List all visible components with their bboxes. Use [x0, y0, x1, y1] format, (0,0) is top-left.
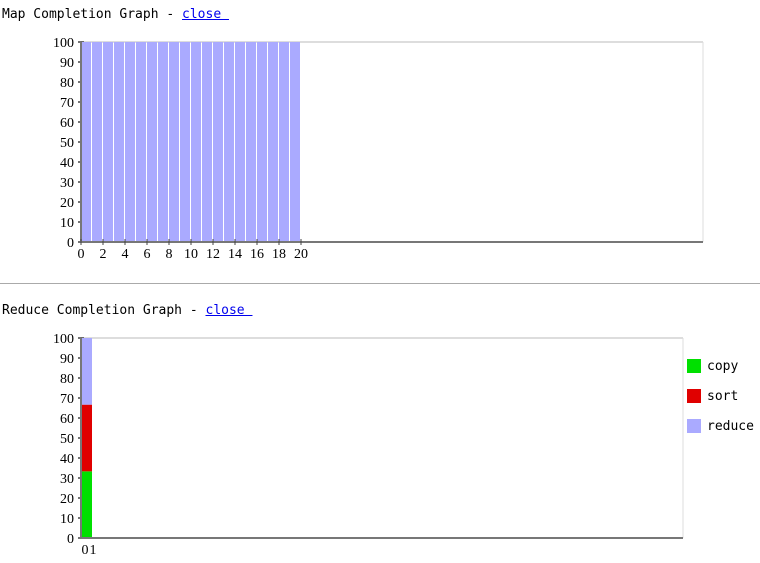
- map-y-tick-label: 10: [60, 216, 74, 231]
- map-x-tick-label: 2: [100, 247, 107, 262]
- legend-swatch-copy: [687, 359, 701, 373]
- legend-label-reduce: reduce: [707, 419, 754, 434]
- legend-label-sort: sort: [707, 389, 738, 404]
- map-bar: [224, 42, 234, 242]
- map-bar: [290, 42, 300, 242]
- map-y-tick-label: 100: [53, 36, 74, 51]
- map-x-tick-label: 10: [184, 247, 198, 262]
- map-x-tick-label: 20: [294, 247, 308, 262]
- map-bar: [202, 42, 212, 242]
- map-x-tick-label: 18: [272, 247, 286, 262]
- map-x-tick-label: 14: [228, 247, 242, 262]
- reduce-x-tick-label: 1: [90, 543, 97, 558]
- map-y-tick-label: 90: [60, 56, 74, 71]
- reduce-y-tick-label: 80: [60, 372, 74, 387]
- map-x-tick-label: 0: [78, 247, 85, 262]
- map-bar: [191, 42, 201, 242]
- reduce-y-tick-label: 30: [60, 472, 74, 487]
- reduce-y-tick-label: 0: [67, 532, 74, 547]
- reduce-y-tick-label: 70: [60, 392, 74, 407]
- reduce-y-tick-label: 100: [53, 332, 74, 347]
- reduce-y-tick-label: 90: [60, 352, 74, 367]
- map-bar: [213, 42, 223, 242]
- map-y-tick-label: 40: [60, 156, 74, 171]
- reduce-y-tick-label: 20: [60, 492, 74, 507]
- legend-swatch-reduce: [687, 419, 701, 433]
- map-y-tick-label: 80: [60, 76, 74, 91]
- reduce-bar-reduce: [81, 338, 92, 405]
- legend-label-copy: copy: [707, 359, 738, 374]
- map-bar: [136, 42, 146, 242]
- map-bar: [246, 42, 256, 242]
- map-bar: [235, 42, 245, 242]
- map-x-tick-label: 16: [250, 247, 264, 262]
- legend-swatch-sort: [687, 389, 701, 403]
- reduce-y-tick-label: 60: [60, 412, 74, 427]
- map-x-tick-label: 6: [144, 247, 151, 262]
- map-y-tick-label: 30: [60, 176, 74, 191]
- map-bar: [81, 42, 91, 242]
- map-y-tick-label: 0: [67, 236, 74, 251]
- map-bar: [125, 42, 135, 242]
- map-x-tick-label: 4: [122, 247, 129, 262]
- map-y-tick-label: 50: [60, 136, 74, 151]
- map-bar: [279, 42, 289, 242]
- map-bar: [103, 42, 113, 242]
- reduce-bar-copy: [81, 471, 92, 538]
- map-y-tick-label: 60: [60, 116, 74, 131]
- map-bar: [268, 42, 278, 242]
- map-bar: [257, 42, 267, 242]
- map-bar: [158, 42, 168, 242]
- completion-charts: 01020304050607080901000 2 4 6 8 10 12 14 16 18 200…: [53, 36, 754, 558]
- reduce-x-tick-label: 0: [82, 543, 89, 558]
- reduce-y-tick-label: 10: [60, 512, 74, 527]
- map-bar: [114, 42, 124, 242]
- map-x-tick-label: 12: [206, 247, 220, 262]
- map-y-tick-label: 70: [60, 96, 74, 111]
- reduce-y-tick-label: 40: [60, 452, 74, 467]
- map-bar: [180, 42, 190, 242]
- map-bar: [92, 42, 102, 242]
- reduce-y-tick-label: 50: [60, 432, 74, 447]
- reduce-bar-sort: [81, 404, 92, 472]
- map-bar: [147, 42, 157, 242]
- map-x-tick-label: 8: [166, 247, 173, 262]
- map-y-tick-label: 20: [60, 196, 74, 211]
- map-bar: [169, 42, 179, 242]
